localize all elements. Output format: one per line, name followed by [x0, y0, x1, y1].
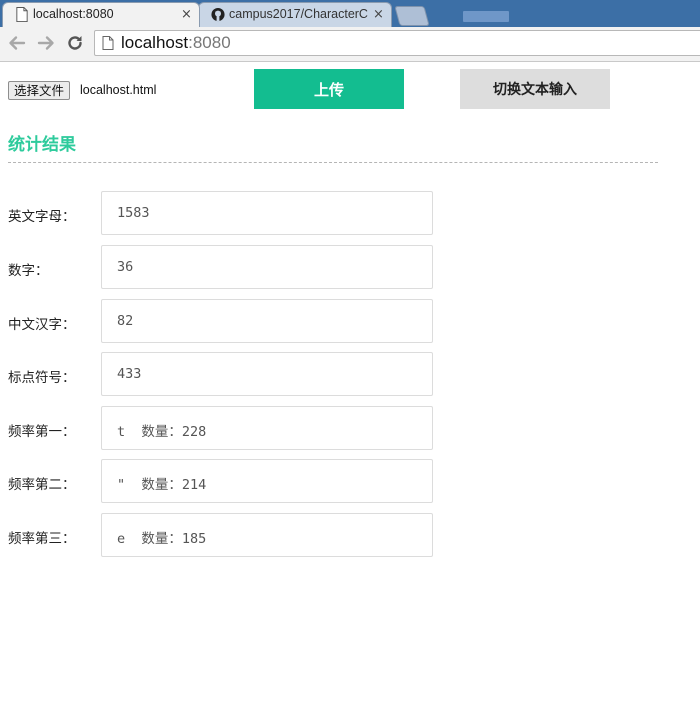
profile-chip[interactable]: [463, 11, 509, 22]
stat-field[interactable]: 433: [101, 352, 433, 396]
stat-value: t 数量：228: [117, 424, 207, 440]
stat-label: 频率第一：: [8, 424, 76, 440]
new-tab-button[interactable]: [394, 6, 430, 26]
results-title: 统计结果: [8, 135, 76, 155]
tab-strip: campus2017/CharacterC × localhost:8080 ×: [0, 0, 700, 27]
stat-value: e 数量：185: [117, 531, 207, 547]
tab-localhost[interactable]: localhost:8080 ×: [2, 2, 200, 27]
stat-label: 中文汉字：: [8, 317, 76, 333]
stat-row-digits: 数字： 36: [0, 245, 440, 289]
tab-title: localhost:8080: [33, 7, 114, 21]
choose-file-button[interactable]: 选择文件: [8, 81, 71, 100]
page-icon: [16, 7, 28, 22]
browser-toolbar: localhost:8080: [0, 27, 700, 62]
stat-field[interactable]: 1583: [101, 191, 433, 235]
page-icon: [102, 36, 114, 50]
stat-value: 82: [117, 313, 134, 329]
forward-button[interactable]: [35, 32, 57, 54]
reload-icon: [68, 36, 82, 50]
stat-value: 433: [117, 366, 142, 382]
stat-row-freq-2: 频率第二： " 数量：214: [0, 459, 440, 503]
stat-label: 数字：: [8, 263, 49, 279]
tab-close-icon[interactable]: ×: [181, 7, 192, 22]
stat-row-chinese: 中文汉字： 82: [0, 299, 440, 343]
address-port: :8080: [188, 33, 231, 52]
github-icon: [211, 7, 225, 22]
reload-button[interactable]: [64, 32, 86, 54]
stat-field[interactable]: 82: [101, 299, 433, 343]
tab-campus2017[interactable]: campus2017/CharacterC ×: [198, 2, 392, 27]
address-host: localhost: [121, 33, 189, 52]
stat-row-freq-1: 频率第一： t 数量：228: [0, 406, 440, 450]
toggle-text-input-button[interactable]: 切换文本输入: [460, 69, 610, 109]
stat-value: 1583: [117, 205, 150, 221]
stat-row-letters: 英文字母： 1583: [0, 191, 440, 235]
tab-close-icon[interactable]: ×: [373, 7, 384, 22]
page-content: 选择文件 localhost.html 上传 切换文本输入 统计结果 英文字母：…: [0, 62, 700, 718]
stat-label: 英文字母：: [8, 209, 76, 225]
section-divider: [8, 162, 658, 163]
stat-label: 标点符号：: [8, 370, 76, 386]
forward-arrow-icon: [37, 36, 54, 50]
back-button[interactable]: [6, 32, 28, 54]
upload-button[interactable]: 上传: [254, 69, 404, 109]
stat-field[interactable]: e 数量：185: [101, 513, 433, 557]
stat-value: 36: [117, 259, 134, 275]
stat-label: 频率第二：: [8, 477, 76, 493]
stat-field[interactable]: " 数量：214: [101, 459, 433, 503]
stat-label: 频率第三：: [8, 531, 76, 547]
stat-row-freq-3: 频率第三： e 数量：185: [0, 513, 440, 557]
back-arrow-icon: [9, 36, 26, 50]
stat-field[interactable]: t 数量：228: [101, 406, 433, 450]
tab-title: campus2017/CharacterC: [229, 7, 368, 21]
selected-file-name: localhost.html: [80, 83, 157, 97]
stat-field[interactable]: 36: [101, 245, 433, 289]
address-text[interactable]: localhost:8080: [121, 33, 231, 53]
stat-row-punctuation: 标点符号： 433: [0, 352, 440, 396]
address-bar[interactable]: localhost:8080: [94, 30, 700, 56]
stat-value: " 数量：214: [117, 477, 207, 493]
